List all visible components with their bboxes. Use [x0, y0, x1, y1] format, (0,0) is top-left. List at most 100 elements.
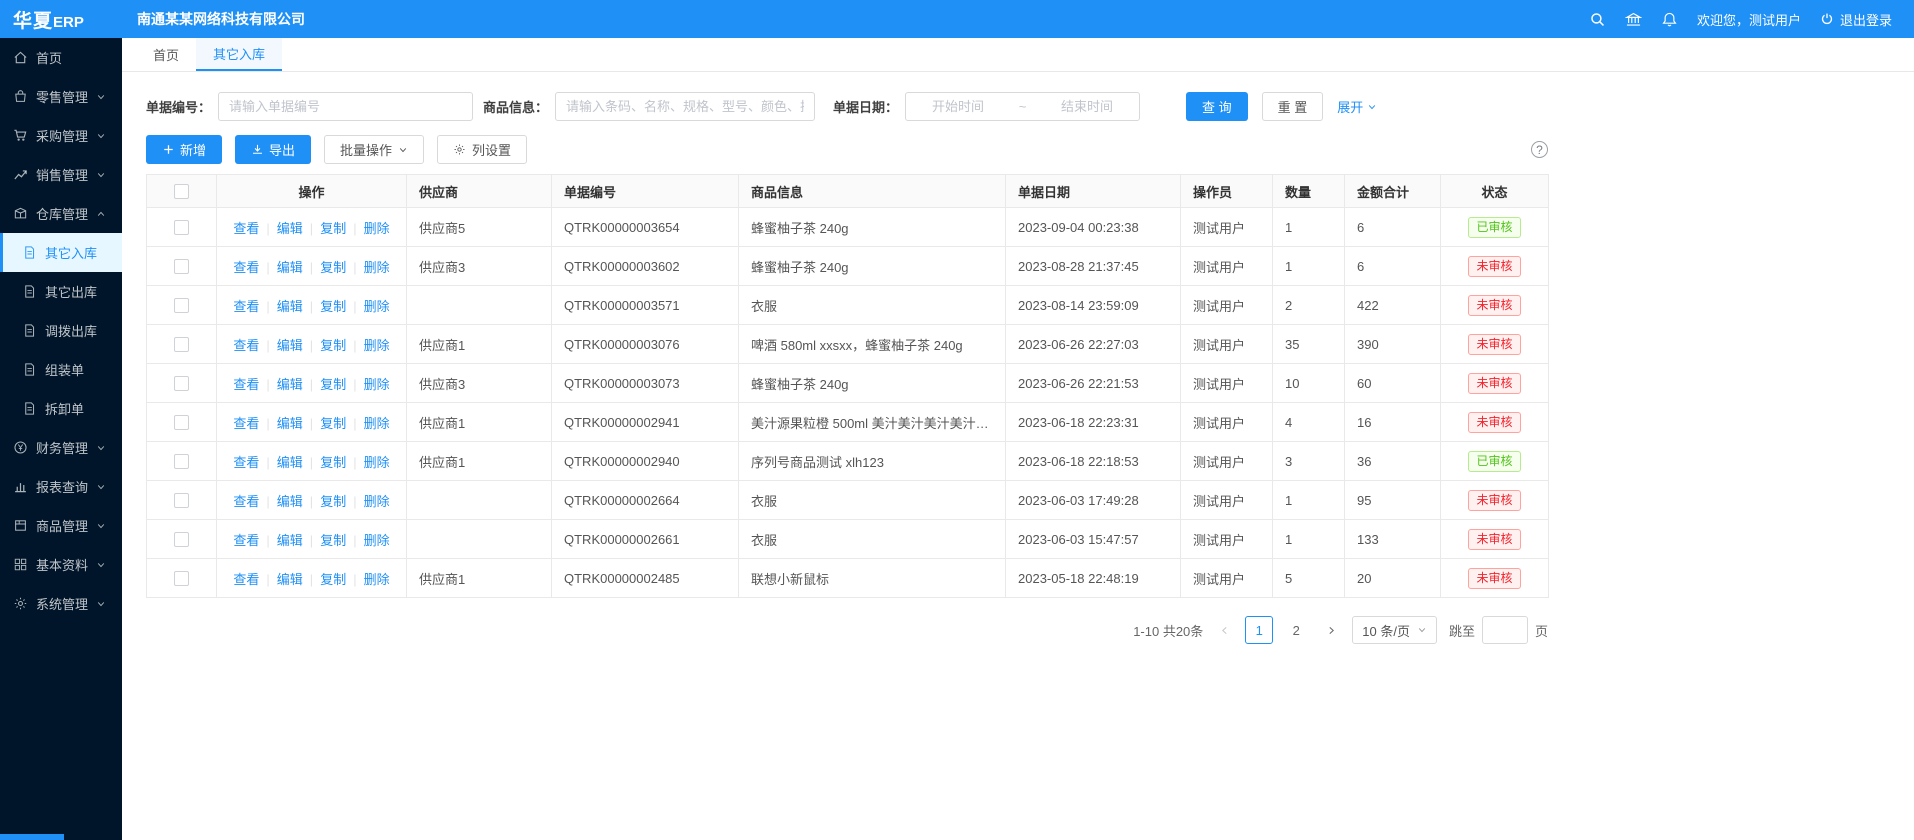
- row-checkbox[interactable]: [174, 376, 189, 391]
- sidebar-subitem-0[interactable]: 其它入库: [0, 233, 122, 272]
- cell-date: 2023-06-18 22:18:53: [1006, 442, 1181, 481]
- tab-home[interactable]: 首页: [136, 38, 196, 71]
- row-action-edit[interactable]: 编辑: [277, 416, 303, 431]
- sidebar-subitem-3[interactable]: 组装单: [0, 350, 122, 389]
- date-range-picker[interactable]: ~: [905, 92, 1140, 121]
- row-action-delete[interactable]: 删除: [364, 416, 390, 431]
- cell-operator: 测试用户: [1181, 559, 1273, 598]
- row-checkbox[interactable]: [174, 415, 189, 430]
- sidebar-item-6[interactable]: 报表查询: [0, 467, 122, 506]
- bank-icon[interactable]: [1625, 11, 1642, 28]
- row-action-edit[interactable]: 编辑: [277, 299, 303, 314]
- row-checkbox[interactable]: [174, 493, 189, 508]
- row-checkbox[interactable]: [174, 532, 189, 547]
- logout-button[interactable]: 退出登录: [1820, 10, 1892, 29]
- row-action-copy[interactable]: 复制: [320, 416, 346, 431]
- horizontal-scrollbar-thumb[interactable]: [0, 834, 64, 840]
- row-action-view[interactable]: 查看: [233, 455, 259, 470]
- date-start-input[interactable]: [914, 99, 1002, 114]
- row-action-delete[interactable]: 删除: [364, 260, 390, 275]
- row-action-delete[interactable]: 删除: [364, 221, 390, 236]
- sidebar-item-5[interactable]: 财务管理: [0, 428, 122, 467]
- row-action-delete[interactable]: 删除: [364, 572, 390, 587]
- row-action-copy[interactable]: 复制: [320, 260, 346, 275]
- doc-icon: [22, 245, 37, 260]
- search-icon[interactable]: [1589, 11, 1606, 28]
- row-action-copy[interactable]: 复制: [320, 455, 346, 470]
- row-action-delete[interactable]: 删除: [364, 455, 390, 470]
- sidebar-item-1[interactable]: 零售管理: [0, 77, 122, 116]
- row-action-view[interactable]: 查看: [233, 416, 259, 431]
- sidebar-item-7[interactable]: 商品管理: [0, 506, 122, 545]
- row-action-delete[interactable]: 删除: [364, 377, 390, 392]
- tab-other-inbound[interactable]: 其它入库: [196, 38, 282, 71]
- export-button[interactable]: 导出: [235, 135, 311, 164]
- row-action-edit[interactable]: 编辑: [277, 260, 303, 275]
- expand-link[interactable]: 展开: [1337, 97, 1377, 116]
- add-button[interactable]: 新增: [146, 135, 222, 164]
- sidebar-item-label: 系统管理: [36, 594, 88, 613]
- row-action-delete[interactable]: 删除: [364, 533, 390, 548]
- row-action-edit[interactable]: 编辑: [277, 572, 303, 587]
- help-icon[interactable]: ?: [1531, 141, 1548, 158]
- row-action-view[interactable]: 查看: [233, 221, 259, 236]
- row-action-copy[interactable]: 复制: [320, 299, 346, 314]
- bill-no-input[interactable]: [218, 92, 473, 121]
- row-checkbox[interactable]: [174, 454, 189, 469]
- row-action-copy[interactable]: 复制: [320, 377, 346, 392]
- select-all-checkbox[interactable]: [174, 184, 189, 199]
- jump-input[interactable]: [1482, 616, 1528, 644]
- date-end-input[interactable]: [1043, 99, 1131, 114]
- page-button-1[interactable]: 1: [1245, 616, 1273, 644]
- page-size-select[interactable]: 10 条/页: [1352, 616, 1437, 644]
- table-row: 查看|编辑|复制|删除供应商3QTRK00000003073蜂蜜柚子茶 240g…: [147, 364, 1549, 403]
- reset-button[interactable]: 重 置: [1262, 92, 1324, 121]
- row-action-view[interactable]: 查看: [233, 494, 259, 509]
- material-input[interactable]: [555, 92, 815, 121]
- row-action-edit[interactable]: 编辑: [277, 494, 303, 509]
- sidebar-item-9[interactable]: 系统管理: [0, 584, 122, 623]
- sidebar-item-3[interactable]: 销售管理: [0, 155, 122, 194]
- sidebar-item-4[interactable]: 仓库管理: [0, 194, 122, 233]
- table-row: 查看|编辑|复制|删除供应商1QTRK00000003076啤酒 580ml x…: [147, 325, 1549, 364]
- row-checkbox[interactable]: [174, 220, 189, 235]
- row-action-delete[interactable]: 删除: [364, 494, 390, 509]
- page-button-2[interactable]: 2: [1282, 616, 1310, 644]
- column-settings-button[interactable]: 列设置: [437, 135, 527, 164]
- row-action-view[interactable]: 查看: [233, 299, 259, 314]
- sidebar-subitem-4[interactable]: 拆卸单: [0, 389, 122, 428]
- row-action-copy[interactable]: 复制: [320, 572, 346, 587]
- sidebar-subitem-1[interactable]: 其它出库: [0, 272, 122, 311]
- table-row: 查看|编辑|复制|删除供应商1QTRK00000002940序列号商品测试 xl…: [147, 442, 1549, 481]
- row-action-edit[interactable]: 编辑: [277, 533, 303, 548]
- row-action-view[interactable]: 查看: [233, 533, 259, 548]
- row-action-view[interactable]: 查看: [233, 572, 259, 587]
- sidebar-item-2[interactable]: 采购管理: [0, 116, 122, 155]
- row-action-delete[interactable]: 删除: [364, 299, 390, 314]
- search-button[interactable]: 查 询: [1186, 92, 1248, 121]
- row-checkbox[interactable]: [174, 298, 189, 313]
- row-action-delete[interactable]: 删除: [364, 338, 390, 353]
- row-action-edit[interactable]: 编辑: [277, 221, 303, 236]
- row-action-copy[interactable]: 复制: [320, 338, 346, 353]
- row-action-edit[interactable]: 编辑: [277, 338, 303, 353]
- bell-icon[interactable]: [1661, 11, 1678, 28]
- row-action-view[interactable]: 查看: [233, 260, 259, 275]
- sidebar-item-0[interactable]: 首页: [0, 38, 122, 77]
- row-action-copy[interactable]: 复制: [320, 494, 346, 509]
- prev-page-button[interactable]: [1212, 616, 1236, 644]
- batch-actions-button[interactable]: 批量操作: [324, 135, 424, 164]
- row-checkbox[interactable]: [174, 571, 189, 586]
- row-checkbox[interactable]: [174, 259, 189, 274]
- row-checkbox[interactable]: [174, 337, 189, 352]
- row-action-copy[interactable]: 复制: [320, 533, 346, 548]
- row-action-edit[interactable]: 编辑: [277, 377, 303, 392]
- row-action-view[interactable]: 查看: [233, 377, 259, 392]
- row-action-edit[interactable]: 编辑: [277, 455, 303, 470]
- sidebar-subitem-2[interactable]: 调拨出库: [0, 311, 122, 350]
- row-action-copy[interactable]: 复制: [320, 221, 346, 236]
- next-page-button[interactable]: [1319, 616, 1343, 644]
- sidebar-item-8[interactable]: 基本资料: [0, 545, 122, 584]
- status-badge: 未审核: [1468, 490, 1520, 511]
- row-action-view[interactable]: 查看: [233, 338, 259, 353]
